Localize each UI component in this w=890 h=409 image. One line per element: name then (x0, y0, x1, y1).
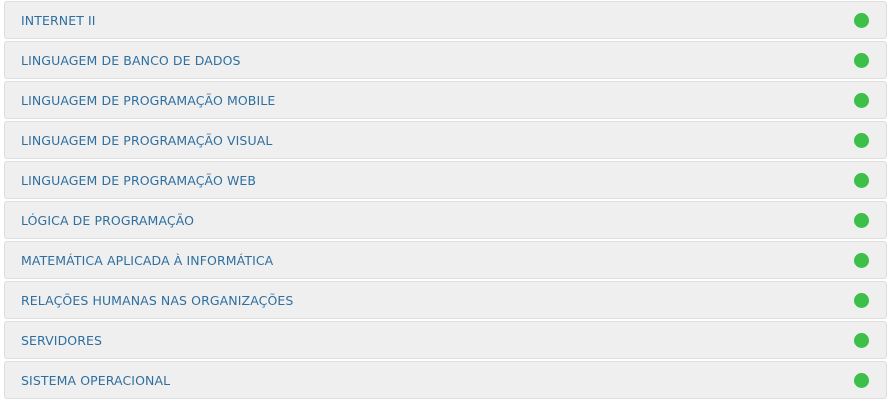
course-row[interactable]: LINGUAGEM DE PROGRAMAÇÃO VISUAL (4, 121, 887, 159)
course-name: RELAÇÕES HUMANAS NAS ORGANIZAÇÕES (21, 292, 294, 308)
course-list: INTERNET II LINGUAGEM DE BANCO DE DADOS … (4, 1, 887, 401)
course-row[interactable]: SISTEMA OPERACIONAL (4, 361, 887, 399)
status-dot-icon (854, 252, 869, 268)
course-row[interactable]: INTERNET II (4, 1, 887, 39)
status-dot-icon (854, 212, 869, 228)
course-row[interactable]: RELAÇÕES HUMANAS NAS ORGANIZAÇÕES (4, 281, 887, 319)
course-row[interactable]: LINGUAGEM DE BANCO DE DADOS (4, 41, 887, 79)
status-dot-icon (854, 12, 869, 28)
course-name: MATEMÁTICA APLICADA À INFORMÁTICA (21, 252, 274, 268)
course-name: INTERNET II (21, 12, 96, 28)
course-row[interactable]: LINGUAGEM DE PROGRAMAÇÃO WEB (4, 161, 887, 199)
status-dot-icon (854, 292, 869, 308)
course-row[interactable]: SERVIDORES (4, 321, 887, 359)
status-dot-icon (854, 92, 869, 108)
course-row[interactable]: LÓGICA DE PROGRAMAÇÃO (4, 201, 887, 239)
course-name: LINGUAGEM DE PROGRAMAÇÃO VISUAL (21, 132, 273, 148)
status-dot-icon (854, 172, 869, 188)
course-row[interactable]: LINGUAGEM DE PROGRAMAÇÃO MOBILE (4, 81, 887, 119)
status-dot-icon (854, 132, 869, 148)
course-row[interactable]: MATEMÁTICA APLICADA À INFORMÁTICA (4, 241, 887, 279)
course-name: LINGUAGEM DE PROGRAMAÇÃO WEB (21, 172, 257, 188)
course-name: LINGUAGEM DE BANCO DE DADOS (21, 52, 241, 68)
status-dot-icon (854, 332, 869, 348)
course-name: LÓGICA DE PROGRAMAÇÃO (21, 212, 195, 228)
status-dot-icon (854, 372, 869, 388)
status-dot-icon (854, 52, 869, 68)
course-name: SISTEMA OPERACIONAL (21, 372, 171, 388)
course-name: LINGUAGEM DE PROGRAMAÇÃO MOBILE (21, 92, 276, 108)
course-name: SERVIDORES (21, 332, 103, 348)
